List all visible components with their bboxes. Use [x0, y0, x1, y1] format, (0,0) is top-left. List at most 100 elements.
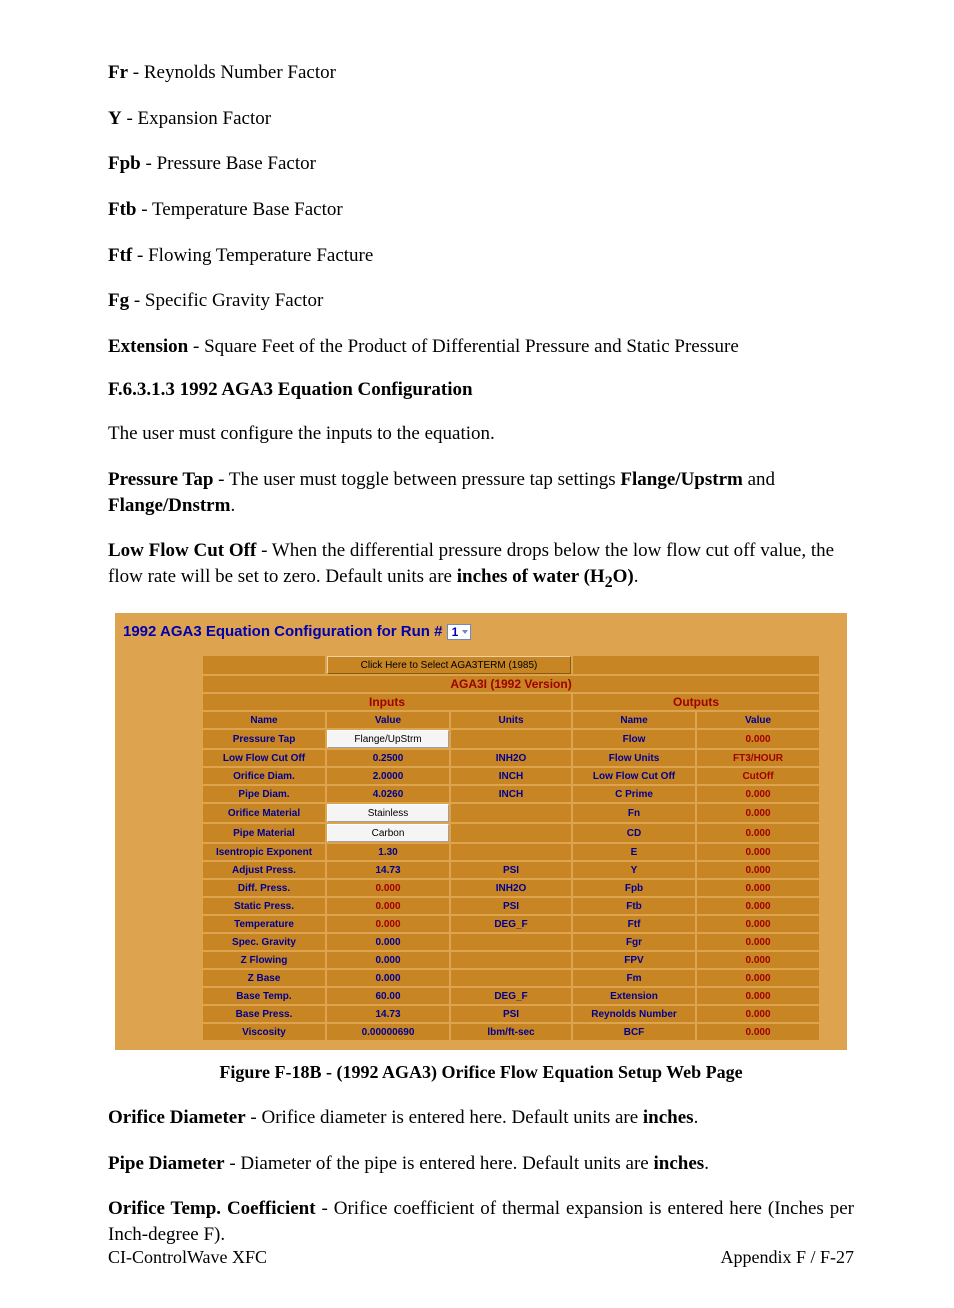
output-name: Reynolds Number	[573, 1006, 695, 1022]
definition-line: Extension - Square Feet of the Product o…	[108, 334, 854, 360]
definition-term: Y	[108, 108, 122, 129]
input-value[interactable]: 0.000	[327, 898, 449, 914]
term-pressure-tap: Pressure Tap	[108, 469, 213, 490]
run-number-select[interactable]: 1	[447, 624, 472, 640]
version-label: AGA3I (1992 Version)	[203, 676, 819, 692]
output-value: 0.000	[697, 1024, 819, 1040]
input-value[interactable]: 0.000	[327, 970, 449, 986]
output-value: FT3/HOUR	[697, 750, 819, 766]
pressure-tap-para: Pressure Tap - The user must toggle betw…	[108, 467, 854, 518]
output-name: Low Flow Cut Off	[573, 768, 695, 784]
definition-line: Fg - Specific Gravity Factor	[108, 288, 854, 314]
table-row: Base Temp.60.00DEG_FExtension0.000	[203, 988, 819, 1004]
output-value: 0.000	[697, 934, 819, 950]
input-value[interactable]: 0.000	[327, 880, 449, 896]
definition-line: Ftb - Temperature Base Factor	[108, 197, 854, 223]
output-value: 0.000	[697, 952, 819, 968]
output-value: 0.000	[697, 916, 819, 932]
definition-line: Fr - Reynolds Number Factor	[108, 60, 854, 86]
col-out-name: Name	[573, 712, 695, 728]
input-value[interactable]: Carbon	[327, 824, 449, 842]
input-name: Pipe Material	[203, 824, 325, 842]
input-units: PSI	[451, 862, 571, 878]
definition-term: Orifice Diameter	[108, 1107, 246, 1128]
table-row: Static Press.0.000PSIFtb0.000	[203, 898, 819, 914]
table-row: Adjust Press.14.73PSIY0.000	[203, 862, 819, 878]
output-value: 0.000	[697, 804, 819, 822]
output-value: 0.000	[697, 862, 819, 878]
definition-line: Pipe Diameter - Diameter of the pipe is …	[108, 1151, 854, 1177]
output-value: 0.000	[697, 844, 819, 860]
input-name: Viscosity	[203, 1024, 325, 1040]
config-panel: 1992 AGA3 Equation Configuration for Run…	[115, 613, 847, 1050]
input-name: Static Press.	[203, 898, 325, 914]
definition-desc: - Flowing Temperature Facture	[132, 245, 373, 266]
term-lowflow: Low Flow Cut Off	[108, 540, 256, 561]
input-units: DEG_F	[451, 916, 571, 932]
output-value: CutOff	[697, 768, 819, 784]
input-name: Orifice Diam.	[203, 768, 325, 784]
input-value[interactable]: 1.30	[327, 844, 449, 860]
input-value[interactable]: 14.73	[327, 1006, 449, 1022]
input-name: Base Temp.	[203, 988, 325, 1004]
definition-line: Orifice Diameter - Orifice diameter is e…	[108, 1105, 854, 1131]
input-value[interactable]: 14.73	[327, 862, 449, 878]
output-name: FPV	[573, 952, 695, 968]
input-value[interactable]: Flange/UpStrm	[327, 730, 449, 748]
input-units	[451, 730, 571, 748]
input-value[interactable]: 0.000	[327, 934, 449, 950]
output-name: Ftb	[573, 898, 695, 914]
panel-title: 1992 AGA3 Equation Configuration for Run…	[123, 623, 839, 640]
select-aga3term-button[interactable]: Click Here to Select AGA3TERM (1985)	[327, 656, 571, 674]
definition-term: Fr	[108, 62, 128, 83]
definition-desc: - Square Feet of the Product of Differen…	[188, 336, 739, 357]
definition-term: Ftf	[108, 245, 132, 266]
definition-term: Fg	[108, 290, 129, 311]
page-footer: CI-ControlWave XFC Appendix F / F-27	[108, 1247, 854, 1268]
input-name: Temperature	[203, 916, 325, 932]
table-row: Pipe Diam.4.0260INCHC Prime0.000	[203, 786, 819, 802]
input-value[interactable]: 0.000	[327, 916, 449, 932]
table-row: Pressure TapFlange/UpStrmFlow0.000	[203, 730, 819, 748]
intro-text: The user must configure the inputs to th…	[108, 421, 854, 447]
input-value[interactable]: 0.000	[327, 952, 449, 968]
input-name: Low Flow Cut Off	[203, 750, 325, 766]
input-name: Diff. Press.	[203, 880, 325, 896]
output-value: 0.000	[697, 898, 819, 914]
definition-desc: - Expansion Factor	[122, 108, 271, 129]
input-value[interactable]: 0.2500	[327, 750, 449, 766]
input-value[interactable]: 0.00000690	[327, 1024, 449, 1040]
input-name: Z Flowing	[203, 952, 325, 968]
table-row: Base Press.14.73PSIReynolds Number0.000	[203, 1006, 819, 1022]
outputs-header: Outputs	[573, 694, 819, 710]
page: Fr - Reynolds Number Factor Y - Expansion…	[0, 0, 954, 1308]
definition-term: Fpb	[108, 153, 141, 174]
table-row: Orifice MaterialStainlessFn0.000	[203, 804, 819, 822]
table-row: Low Flow Cut Off0.2500INH2OFlow UnitsFT3…	[203, 750, 819, 766]
output-value: 0.000	[697, 970, 819, 986]
output-name: Ftf	[573, 916, 695, 932]
table-row: Orifice Diam.2.0000INCHLow Flow Cut OffC…	[203, 768, 819, 784]
input-value[interactable]: Stainless	[327, 804, 449, 822]
footer-right: Appendix F / F-27	[720, 1247, 854, 1268]
input-value[interactable]: 4.0260	[327, 786, 449, 802]
col-name: Name	[203, 712, 325, 728]
input-units	[451, 844, 571, 860]
input-units: INCH	[451, 786, 571, 802]
input-name: Spec. Gravity	[203, 934, 325, 950]
table-row: Spec. Gravity0.000Fgr0.000	[203, 934, 819, 950]
input-units: INH2O	[451, 750, 571, 766]
term-orifice-temp: Orifice Temp. Coefficient	[108, 1198, 316, 1219]
config-grid: Click Here to Select AGA3TERM (1985) AGA3…	[201, 654, 821, 1042]
input-name: Pipe Diam.	[203, 786, 325, 802]
output-value: 0.000	[697, 824, 819, 842]
input-name: Base Press.	[203, 1006, 325, 1022]
col-out-value: Value	[697, 712, 819, 728]
col-value: Value	[327, 712, 449, 728]
output-name: E	[573, 844, 695, 860]
output-name: C Prime	[573, 786, 695, 802]
output-value: 0.000	[697, 880, 819, 896]
input-value[interactable]: 60.00	[327, 988, 449, 1004]
footer-left: CI-ControlWave XFC	[108, 1247, 267, 1268]
input-value[interactable]: 2.0000	[327, 768, 449, 784]
